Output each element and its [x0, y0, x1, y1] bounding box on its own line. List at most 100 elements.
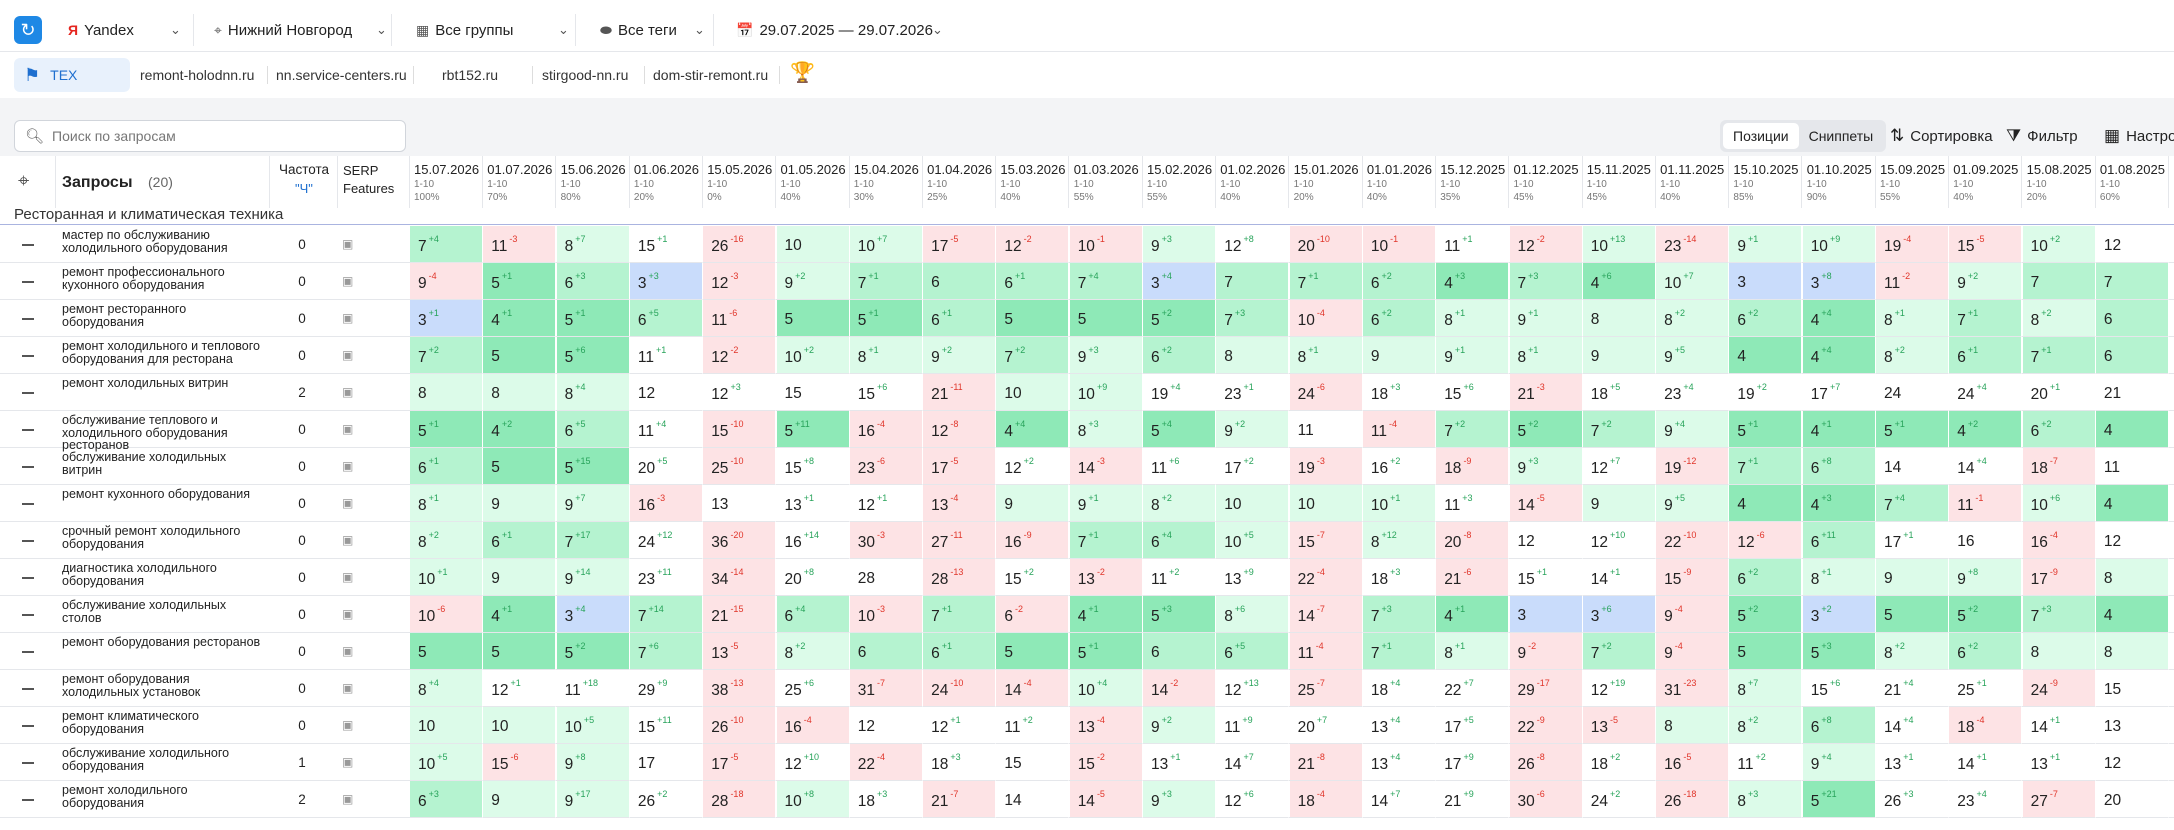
position-cell[interactable]: 38 -13 [703, 670, 777, 707]
position-cell[interactable]: 25 +6 [776, 670, 850, 707]
position-cell[interactable]: 21 +4 [1876, 670, 1949, 707]
position-cell[interactable]: 22 +7 [1436, 670, 1510, 707]
position-cell[interactable]: 9 +4 [1656, 411, 1730, 448]
query-text[interactable]: ремонт кухонного оборудования [62, 488, 262, 501]
position-cell[interactable]: 16 -5 [1656, 744, 1730, 781]
query-text[interactable]: ремонт оборудования ресторанов [62, 636, 262, 649]
row-collapse-icon[interactable] [22, 429, 34, 431]
position-cell[interactable]: 9 [1582, 337, 1656, 374]
search-input[interactable]: 🔍︎ Поиск по запросам [14, 120, 406, 152]
position-cell[interactable]: 8 [2095, 559, 2169, 596]
position-cell[interactable]: 10 [483, 707, 557, 744]
table-row[interactable]: обслуживание холодильного оборудования 1 ▣… [0, 744, 2174, 781]
position-cell[interactable]: 9 +2 [1949, 263, 2023, 300]
position-cell[interactable]: 9 +8 [556, 744, 630, 781]
position-cell[interactable]: 12 -8 [923, 411, 997, 448]
position-cell[interactable]: 5 +1 [483, 263, 557, 300]
row-collapse-icon[interactable] [22, 466, 34, 468]
date-column-header[interactable]: 01.07.2026 1-10 70% [483, 156, 557, 208]
position-cell[interactable]: 7 [2022, 263, 2096, 300]
position-cell[interactable]: 4 [1729, 337, 1803, 374]
query-text[interactable]: обслуживание холодильного оборудования [62, 747, 262, 772]
position-cell[interactable]: 23 +4 [1656, 374, 1730, 411]
date-column-header[interactable]: 15.09.2025 1-10 55% [1876, 156, 1949, 208]
position-cell[interactable]: 15 +6 [1436, 374, 1510, 411]
position-cell[interactable]: 20 [2095, 781, 2169, 818]
position-cell[interactable]: 9 +5 [1656, 485, 1730, 522]
position-cell[interactable]: 9 +1 [1509, 300, 1583, 337]
position-cell[interactable]: 12 -3 [703, 263, 777, 300]
filter-button[interactable]: ⧩ Фильтр [2006, 120, 2078, 152]
position-cell[interactable]: 21 +9 [1436, 781, 1510, 818]
position-cell[interactable]: 5 [1876, 596, 1949, 633]
position-cell[interactable]: 23 -14 [1656, 226, 1730, 263]
position-cell[interactable]: 4 [2095, 596, 2169, 633]
position-cell[interactable]: 10 [410, 707, 483, 744]
position-cell[interactable]: 9 +3 [1143, 781, 1216, 818]
position-cell[interactable]: 8 +3 [1729, 781, 1803, 818]
position-cell[interactable]: 26 -8 [1509, 744, 1583, 781]
position-cell[interactable]: 8 +2 [1143, 485, 1216, 522]
position-cell[interactable]: 8 +3 [1069, 411, 1143, 448]
row-collapse-icon[interactable] [22, 355, 34, 357]
position-cell[interactable]: 6 +2 [1729, 300, 1803, 337]
position-cell[interactable]: 9 -4 [1656, 596, 1730, 633]
position-cell[interactable]: 34 -14 [703, 559, 777, 596]
position-cell[interactable]: 5 [483, 337, 557, 374]
serp-image-icon[interactable]: ▣ [342, 644, 353, 658]
position-cell[interactable]: 10 +2 [2022, 226, 2096, 263]
position-cell[interactable]: 21 -6 [1436, 559, 1510, 596]
position-cell[interactable]: 15 [996, 744, 1070, 781]
position-cell[interactable]: 15 +11 [629, 707, 703, 744]
refresh-icon[interactable]: ↻ [14, 16, 42, 44]
position-cell[interactable]: 14 -2 [1143, 670, 1216, 707]
position-cell[interactable]: 6 +2 [1729, 559, 1803, 596]
position-cell[interactable]: 15 +1 [629, 226, 703, 263]
position-cell[interactable]: 6 +1 [1949, 337, 2023, 374]
table-row[interactable]: ремонт оборудования холодильных установо… [0, 670, 2174, 707]
position-cell[interactable]: 5 +1 [1729, 411, 1803, 448]
position-cell[interactable]: 6 +1 [923, 300, 997, 337]
position-cell[interactable]: 22 -4 [1289, 559, 1363, 596]
position-cell[interactable]: 23 +1 [1216, 374, 1290, 411]
position-cell[interactable]: 4 +3 [1436, 263, 1510, 300]
row-collapse-icon[interactable] [22, 540, 34, 542]
position-cell[interactable]: 8 +7 [556, 226, 630, 263]
position-cell[interactable]: 6 +5 [1216, 633, 1290, 670]
position-cell[interactable]: 4 +1 [1436, 596, 1510, 633]
position-cell[interactable]: 10 +1 [410, 559, 483, 596]
project-tab[interactable]: nn.service-centers.ru [276, 58, 407, 92]
position-cell[interactable]: 9 +3 [1143, 226, 1216, 263]
position-cell[interactable]: 10 [776, 226, 850, 263]
position-cell[interactable]: 4 +2 [1949, 411, 2023, 448]
project-tab[interactable]: dom-stir-remont.ru [653, 58, 768, 92]
position-cell[interactable]: 10 +9 [1802, 226, 1876, 263]
position-cell[interactable]: 5 +2 [1949, 596, 2023, 633]
position-cell[interactable]: 18 +5 [1582, 374, 1656, 411]
position-cell[interactable]: 6 +1 [996, 263, 1070, 300]
position-cell[interactable]: 7 [1216, 263, 1290, 300]
position-cell[interactable]: 8 +6 [1216, 596, 1290, 633]
position-cell[interactable]: 10 [996, 374, 1070, 411]
row-collapse-icon[interactable] [22, 503, 34, 505]
position-cell[interactable]: 10 -1 [1362, 226, 1436, 263]
position-cell[interactable]: 13 [2095, 707, 2169, 744]
position-cell[interactable]: 18 +3 [1362, 559, 1436, 596]
position-cell[interactable]: 9 -2 [1509, 633, 1583, 670]
position-cell[interactable]: 10 +5 [410, 744, 483, 781]
position-cell[interactable]: 12 +10 [1582, 522, 1656, 559]
position-cell[interactable]: 25 +1 [1949, 670, 2023, 707]
position-cell[interactable]: 36 -20 [703, 522, 777, 559]
query-text[interactable]: обслуживание теплового и холодильного об… [62, 414, 262, 452]
table-row[interactable]: обслуживание теплового и холодильного об… [0, 411, 2174, 451]
position-cell[interactable]: 5 [410, 633, 483, 670]
position-cell[interactable]: 19 +4 [1143, 374, 1216, 411]
position-cell[interactable]: 10 -6 [410, 596, 483, 633]
position-cell[interactable]: 5 +3 [1143, 596, 1216, 633]
serp-image-icon[interactable]: ▣ [342, 348, 353, 362]
position-cell[interactable]: 7 +1 [849, 263, 923, 300]
position-cell[interactable]: 18 -4 [1289, 781, 1363, 818]
position-cell[interactable]: 17 +5 [1436, 707, 1510, 744]
frequency-header[interactable]: Частота "Ч" [270, 156, 338, 208]
position-cell[interactable]: 24 -10 [923, 670, 997, 707]
